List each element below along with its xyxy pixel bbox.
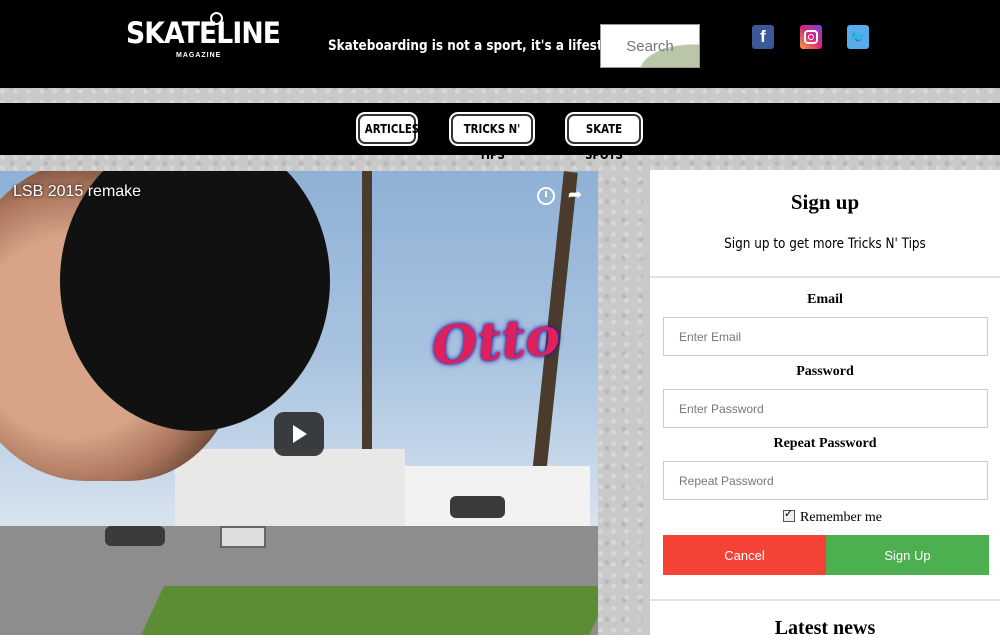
latest-news-title: Latest news: [774, 617, 876, 635]
video-player[interactable]: Otto LSB 2015 remake ➦: [0, 171, 598, 635]
sign-up-button[interactable]: Sign Up: [826, 535, 989, 575]
search-input[interactable]: [600, 24, 700, 68]
signup-title: Sign up: [790, 190, 860, 214]
signup-subtitle: Sign up to get more Tricks N' Tips: [724, 236, 926, 252]
site-logo[interactable]: SKATELINE MAGAZINE: [126, 12, 281, 64]
remember-me-checkbox[interactable]: [783, 507, 795, 522]
logo-text: SKATELINE: [126, 16, 281, 50]
nav-tricks-button[interactable]: TRICKS N' TIPS: [451, 114, 533, 162]
email-field[interactable]: [663, 317, 988, 356]
facebook-icon[interactable]: f: [752, 25, 774, 49]
divider: [650, 599, 1000, 601]
nav-articles-button[interactable]: ARTICLES: [358, 114, 419, 144]
video-title[interactable]: LSB 2015 remake: [13, 183, 141, 201]
clock-icon[interactable]: [537, 187, 555, 205]
main-nav: ARTICLES TRICKS N' TIPS SKATE SPOTS: [0, 103, 1000, 162]
video-overlay-text: Otto: [429, 305, 563, 378]
remember-me[interactable]: Remember me: [783, 507, 883, 526]
share-icon[interactable]: ➦: [564, 184, 586, 206]
logo-subtitle: MAGAZINE: [176, 52, 222, 59]
password-field[interactable]: [663, 389, 988, 428]
repeat-password-label: Repeat Password: [773, 436, 877, 451]
cancel-button[interactable]: Cancel: [663, 535, 826, 575]
password-label: Password: [796, 364, 854, 379]
nav-skate-spots-button[interactable]: SKATE SPOTS: [567, 114, 641, 162]
repeat-password-field[interactable]: [663, 461, 988, 500]
remember-me-label: Remember me: [800, 510, 883, 525]
site-tagline: Skateboarding is not a sport, it's a lif…: [328, 38, 623, 54]
signup-panel: Sign up Sign up to get more Tricks N' Ti…: [650, 170, 1000, 635]
instagram-icon[interactable]: [800, 25, 822, 49]
divider: [650, 276, 1000, 278]
play-icon[interactable]: [274, 412, 324, 456]
email-label: Email: [807, 292, 843, 307]
twitter-icon[interactable]: 🐦: [847, 25, 869, 49]
site-header: SKATELINE MAGAZINE Skateboarding is not …: [0, 0, 1000, 88]
